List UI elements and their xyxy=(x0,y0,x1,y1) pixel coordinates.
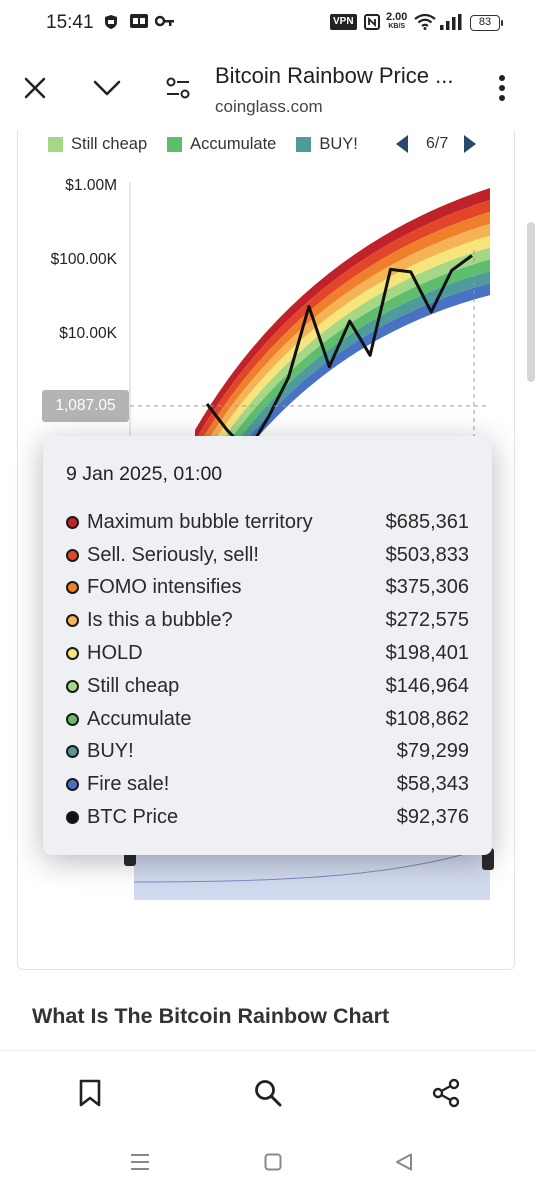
tooltip-row: BTC Price $92,376 xyxy=(66,801,469,834)
system-back-button[interactable] xyxy=(395,1153,413,1176)
series-dot xyxy=(66,515,79,529)
minimize-button[interactable] xyxy=(89,72,125,108)
search-button[interactable] xyxy=(248,1077,288,1113)
tooltip-value: $146,964 xyxy=(385,674,469,697)
tooltip-date: 9 Jan 2025, 01:00 xyxy=(66,463,223,485)
tooltip-label: FOMO intensifies xyxy=(87,576,242,599)
bookmark-icon xyxy=(79,1079,101,1112)
tooltip-value: $503,833 xyxy=(385,543,469,566)
article-heading: What Is The Bitcoin Rainbow Chart xyxy=(32,1004,390,1028)
y-axis-ticks: $1.00M $100.00K $10.00K xyxy=(51,177,118,342)
tooltip-value: $92,376 xyxy=(396,806,469,829)
close-icon xyxy=(24,77,46,104)
page-settings-icon xyxy=(165,76,191,105)
browser-toolbar: Bitcoin Rainbow Price ... coinglass.com xyxy=(0,48,536,130)
tooltip-row: Maximum bubble territory $685,361 xyxy=(66,506,469,539)
bookmark-button[interactable] xyxy=(70,1077,110,1113)
tooltip-label: Sell. Seriously, sell! xyxy=(87,543,259,566)
series-dot xyxy=(66,712,79,726)
wifi-icon xyxy=(414,13,436,35)
tooltip-label: Still cheap xyxy=(87,674,180,697)
back-triangle-icon xyxy=(395,1153,413,1175)
vpn-badge: VPN xyxy=(330,14,357,30)
close-button[interactable] xyxy=(17,72,53,108)
navigator-selection[interactable] xyxy=(134,850,490,900)
share-icon xyxy=(431,1078,461,1113)
menu-lines-icon xyxy=(130,1154,150,1175)
tooltip-label: HOLD xyxy=(87,642,143,665)
system-menu-button[interactable] xyxy=(130,1153,150,1176)
series-dot xyxy=(66,581,79,595)
tooltip-row: Fire sale! $58,343 xyxy=(66,768,469,801)
tooltip-label: Fire sale! xyxy=(87,773,170,796)
series-dot xyxy=(66,778,79,792)
tooltip-value: $108,862 xyxy=(385,707,469,730)
series-dot xyxy=(66,811,79,825)
series-dot xyxy=(66,679,79,693)
tooltip-row: FOMO intensifies $375,306 xyxy=(66,572,469,605)
tooltip-row: Sell. Seriously, sell! $503,833 xyxy=(66,539,469,572)
page-settings-button[interactable] xyxy=(160,72,196,108)
system-home-button[interactable] xyxy=(264,1153,282,1176)
tooltip-row: Accumulate $108,862 xyxy=(66,703,469,736)
more-options-button[interactable] xyxy=(484,72,520,108)
tooltip-row: BUY! $79,299 xyxy=(66,736,469,769)
nfc-icon xyxy=(364,14,380,35)
page-title: Bitcoin Rainbow Price ... xyxy=(215,63,454,88)
tooltip-label: BUY! xyxy=(87,740,134,763)
tooltip-value: $58,343 xyxy=(396,773,469,796)
search-icon xyxy=(254,1079,282,1112)
series-dot xyxy=(66,614,79,628)
y-tick-label: $1.00M xyxy=(65,177,117,194)
crosshair-value-label: 1,087.05 xyxy=(42,390,129,422)
tooltip-value: $79,299 xyxy=(396,740,469,763)
tooltip-row: HOLD $198,401 xyxy=(66,637,469,670)
sim-card-icon xyxy=(130,14,148,33)
chevron-down-icon xyxy=(93,80,121,101)
network-speed: 2.00 KB/S xyxy=(386,12,407,31)
series-dot xyxy=(66,548,79,562)
y-tick-label: $10.00K xyxy=(59,325,117,342)
series-dot xyxy=(66,745,79,759)
y-tick-label: $100.00K xyxy=(51,251,118,268)
status-bar: 15:41 VPN 2.00 KB/S 83 xyxy=(0,0,536,48)
battery-indicator: 83 xyxy=(470,15,503,31)
browser-bottom-bar xyxy=(0,1050,536,1200)
tooltip-rows: Maximum bubble territory $685,361 Sell. S… xyxy=(66,506,469,834)
page-scrollbar[interactable] xyxy=(527,222,535,382)
tooltip-value: $685,361 xyxy=(385,510,469,533)
key-icon xyxy=(154,14,175,33)
tooltip-label: Is this a bubble? xyxy=(87,609,233,632)
more-vert-icon xyxy=(498,74,506,107)
signal-icon xyxy=(440,14,462,35)
tooltip-value: $198,401 xyxy=(385,642,469,665)
page-url[interactable]: coinglass.com xyxy=(215,97,323,117)
share-button[interactable] xyxy=(426,1077,466,1113)
network-speed-unit: KB/S xyxy=(388,23,406,30)
tooltip-label: Accumulate xyxy=(87,707,192,730)
tooltip-label: BTC Price xyxy=(87,806,179,829)
tooltip-value: $272,575 xyxy=(385,609,469,632)
home-square-icon xyxy=(264,1153,282,1175)
chart-tooltip: 9 Jan 2025, 01:00 Maximum bubble territo… xyxy=(43,436,492,855)
tooltip-value: $375,306 xyxy=(385,576,469,599)
tooltip-row: Is this a bubble? $272,575 xyxy=(66,604,469,637)
tooltip-row: Still cheap $146,964 xyxy=(66,670,469,703)
tooltip-label: Maximum bubble territory xyxy=(87,510,313,533)
series-dot xyxy=(66,647,79,661)
status-time: 15:41 xyxy=(46,12,94,33)
network-speed-value: 2.00 xyxy=(386,11,408,23)
shield-icon xyxy=(104,14,118,35)
